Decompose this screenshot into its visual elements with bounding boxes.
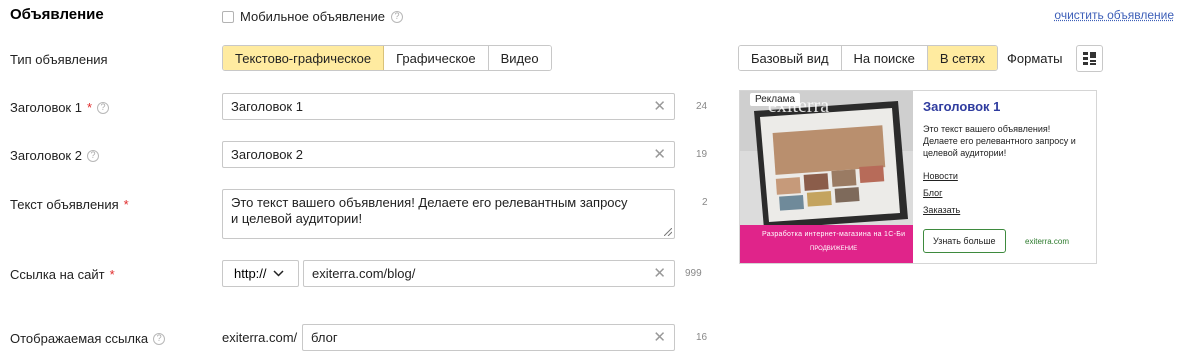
ad-text-label-text: Текст объявления [10,197,119,212]
display-link-counter: 16 [696,332,708,343]
mobile-ad-toggle[interactable]: Мобильное объявление ? [222,9,404,24]
title2-label-text: Заголовок 2 [10,148,82,163]
preview-tab-networks[interactable]: В сетях [927,46,997,70]
preview-tab-basic[interactable]: Базовый вид [739,46,842,70]
required-mark: * [123,197,129,212]
ad-type-text-graphic[interactable]: Текстово-графическое [223,46,385,70]
ad-type-label-text: Тип объявления [10,52,108,67]
ad-image: exiterra Разработка интернет-магазина на… [740,91,913,263]
preview-view-switch: Базовый вид На поиске В сетях [738,45,998,71]
image-caption: Разработка интернет-магазина на 1С-Би [762,231,906,238]
site-link-label-text: Ссылка на сайт [10,267,105,282]
title2-input[interactable]: Заголовок 2 ✕ [222,141,675,168]
title2-value: Заголовок 2 [231,147,303,162]
help-icon[interactable]: ? [97,101,110,114]
title1-value: Заголовок 1 [231,99,303,114]
clear-ad-link[interactable]: очистить объявление [1054,8,1174,22]
clear-icon[interactable]: ✕ [653,147,666,162]
preview-tab-search[interactable]: На поиске [841,46,928,70]
ad-preview-domain[interactable]: exiterra.com [1025,237,1069,246]
title2-counter: 19 [696,149,708,160]
display-link-label-text: Отображаемая ссылка [10,331,149,346]
section-title: Объявление [10,6,104,23]
ad-type-graphic[interactable]: Графическое [384,46,489,70]
resize-grip-icon[interactable] [664,228,672,236]
title1-label: Заголовок 1 * ? [10,100,110,115]
help-icon[interactable]: ? [391,10,404,23]
site-link-counter: 999 [685,268,702,279]
ad-text-label: Текст объявления * [10,197,129,212]
help-icon[interactable]: ? [153,332,166,345]
required-mark: * [109,267,115,282]
ad-sitelink-news[interactable]: Новости [923,171,958,181]
ad-type-label: Тип объявления [10,52,108,67]
ad-text-counter: 2 [702,197,708,208]
display-link-input[interactable]: блог ✕ [302,324,675,351]
site-link-label: Ссылка на сайт * [10,267,115,282]
title1-input[interactable]: Заголовок 1 ✕ [222,93,675,120]
title1-counter: 24 [696,101,708,112]
ad-sitelink-blog[interactable]: Блог [923,188,942,198]
site-link-input[interactable]: exiterra.com/blog/ ✕ [303,260,675,287]
site-link-value: exiterra.com/blog/ [312,266,416,281]
clear-icon[interactable]: ✕ [653,99,666,114]
display-link-prefix: exiterra.com/ [222,330,298,345]
mobile-ad-label: Мобильное объявление [240,9,386,24]
formats-button[interactable] [1076,45,1103,72]
formats-label: Форматы [1007,51,1063,66]
required-mark: * [86,100,93,115]
ad-preview-text: Это текст вашего объявления! Делаете его… [923,124,1076,158]
help-icon[interactable]: ? [86,149,99,162]
ad-type-switch: Текстово-графическое Графическое Видео [222,45,552,71]
display-link-label: Отображаемая ссылка ? [10,331,166,346]
ad-sitelink-order[interactable]: Заказать [923,205,960,215]
title1-label-text: Заголовок 1 [10,100,82,115]
grid-layout-icon [1083,52,1096,65]
clear-icon[interactable]: ✕ [653,330,666,345]
chevron-down-icon [273,270,284,277]
display-link-value: блог [311,330,338,345]
ad-text-textarea[interactable]: Это текст вашего объявления! Делаете его… [222,189,675,239]
mobile-ad-checkbox[interactable] [222,10,234,23]
image-subcaption: продвижение [810,246,858,252]
clear-icon[interactable]: ✕ [653,266,666,281]
ad-type-video[interactable]: Видео [488,46,551,70]
ad-badge: Реклама [750,93,801,106]
protocol-select[interactable]: http:// [222,260,299,287]
ad-text-value: Это текст вашего объявления! Делаете его… [231,195,628,226]
ad-preview-title[interactable]: Заголовок 1 [923,99,1000,114]
ad-cta-button[interactable]: Узнать больше [923,229,1006,253]
ad-preview: exiterra Разработка интернет-магазина на… [739,90,1097,264]
protocol-value: http:// [234,266,267,281]
title2-label: Заголовок 2 ? [10,148,99,163]
